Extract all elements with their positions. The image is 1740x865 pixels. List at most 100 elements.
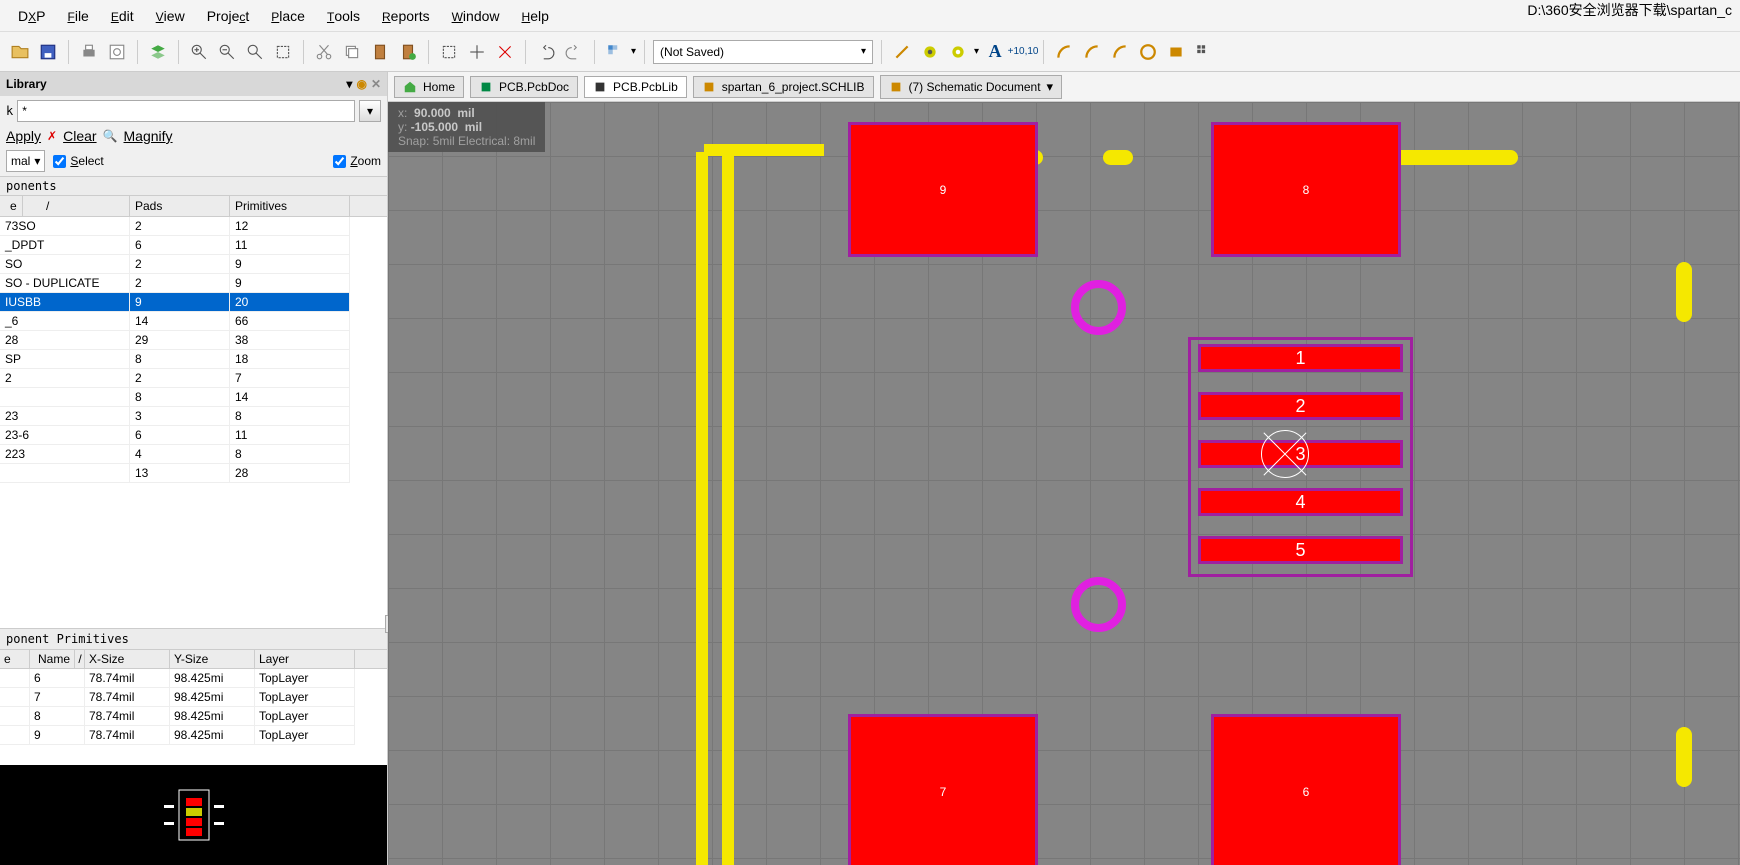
tab-schematic[interactable]: (7) Schematic Document ▾	[880, 75, 1063, 99]
list-item[interactable]: SO29	[0, 255, 387, 274]
panel-pin-icon[interactable]: ◉	[356, 77, 366, 91]
cut-icon[interactable]	[312, 40, 336, 64]
fill-icon[interactable]	[1164, 40, 1188, 64]
paste-special-icon[interactable]	[396, 40, 420, 64]
list-item[interactable]: _61466	[0, 312, 387, 331]
menu-edit[interactable]: Edit	[101, 4, 144, 28]
track	[1676, 727, 1692, 787]
tab-pcbdoc[interactable]: PCB.PcbDoc	[470, 76, 578, 98]
zoom-in-icon[interactable]	[187, 40, 211, 64]
preview-icon[interactable]	[105, 40, 129, 64]
pcol-type[interactable]: e	[0, 650, 30, 668]
list-item[interactable]: 878.74mil98.425miTopLayer	[0, 707, 387, 726]
menu-view[interactable]: View	[146, 4, 195, 28]
list-item[interactable]: 678.74mil98.425miTopLayer	[0, 669, 387, 688]
list-item[interactable]: 778.74mil98.425miTopLayer	[0, 688, 387, 707]
pad-7[interactable]: 7	[848, 714, 1038, 865]
pad-8[interactable]: 8	[1211, 122, 1401, 257]
move-icon[interactable]	[465, 40, 489, 64]
circle-icon[interactable]	[1136, 40, 1160, 64]
copy-icon[interactable]	[340, 40, 364, 64]
arc1-icon[interactable]	[1052, 40, 1076, 64]
primitives-list[interactable]: 678.74mil98.425miTopLayer778.74mil98.425…	[0, 669, 387, 765]
pad-2[interactable]: 2	[1198, 392, 1403, 420]
coord-icon[interactable]: +10,10	[1011, 40, 1035, 64]
panel-close-icon[interactable]: ✕	[371, 77, 381, 91]
pad-4[interactable]: 4	[1198, 488, 1403, 516]
zoom-area-icon[interactable]	[271, 40, 295, 64]
list-item[interactable]: _DPDT611	[0, 236, 387, 255]
string-icon[interactable]: A	[983, 40, 1007, 64]
normal-combo[interactable]: mal▾	[6, 150, 45, 172]
tab-schlib[interactable]: spartan_6_project.SCHLIB	[693, 76, 874, 98]
open-icon[interactable]	[8, 40, 32, 64]
mask-input[interactable]	[17, 100, 355, 122]
list-item[interactable]: IUSBB920	[0, 293, 387, 312]
list-item[interactable]: 73SO212	[0, 217, 387, 236]
apply-button[interactable]: Apply	[6, 128, 41, 144]
line-icon[interactable]	[890, 40, 914, 64]
pad-1[interactable]: 1	[1198, 344, 1403, 372]
menu-window[interactable]: Window	[442, 4, 510, 28]
menu-reports[interactable]: Reports	[372, 4, 440, 28]
layers-icon[interactable]	[146, 40, 170, 64]
list-item[interactable]: SP818	[0, 350, 387, 369]
pcol-layer[interactable]: Layer	[255, 650, 355, 668]
components-list[interactable]: 73SO212_DPDT611SO29SO - DUPLICATE29IUSBB…	[0, 217, 387, 628]
col-name[interactable]: e /	[0, 196, 130, 216]
save-icon[interactable]	[36, 40, 60, 64]
zoom-out-icon[interactable]	[215, 40, 239, 64]
list-item[interactable]: 2338	[0, 407, 387, 426]
filter-dropdown[interactable]: (Not Saved)▾	[653, 40, 873, 64]
menu-tools[interactable]: Tools	[317, 4, 370, 28]
select-checkbox[interactable]: Select	[53, 154, 103, 168]
menu-dxp[interactable]: DXP	[8, 4, 55, 28]
list-item[interactable]: 1328	[0, 464, 387, 483]
pad-6[interactable]: 6	[1211, 714, 1401, 865]
paste-icon[interactable]	[368, 40, 392, 64]
zoom-fit-icon[interactable]	[243, 40, 267, 64]
list-item[interactable]: 22348	[0, 445, 387, 464]
grid-icon[interactable]	[603, 40, 627, 64]
array-icon[interactable]	[1192, 40, 1216, 64]
select-rect-icon[interactable]	[437, 40, 461, 64]
pad-5[interactable]: 5	[1198, 536, 1403, 564]
filter-value: (Not Saved)	[660, 45, 724, 59]
col-primitives[interactable]: Primitives	[230, 196, 350, 216]
pcol-xsize[interactable]: X-Size	[85, 650, 170, 668]
undo-icon[interactable]	[534, 40, 558, 64]
origin-marker	[1255, 424, 1315, 484]
canvas[interactable]: x: 90.000 mil y: -105.000 mil Snap: 5mil…	[388, 102, 1740, 865]
col-pads[interactable]: Pads	[130, 196, 230, 216]
zoom-checkbox[interactable]: Zoom	[333, 154, 381, 168]
list-item[interactable]: 282938	[0, 331, 387, 350]
pad-9[interactable]: 9	[848, 122, 1038, 257]
hud: x: 90.000 mil y: -105.000 mil Snap: 5mil…	[388, 102, 545, 152]
track	[722, 152, 734, 865]
tab-home[interactable]: Home	[394, 76, 464, 98]
menu-file[interactable]: File	[57, 4, 98, 28]
via-icon[interactable]	[946, 40, 970, 64]
panel-dropdown-icon[interactable]: ▾	[346, 77, 352, 91]
deselect-icon[interactable]	[493, 40, 517, 64]
list-item[interactable]: 814	[0, 388, 387, 407]
mask-dropdown[interactable]: ▾	[359, 100, 381, 122]
primitives-label: ponent Primitives	[0, 628, 387, 650]
pad-icon[interactable]	[918, 40, 942, 64]
arc2-icon[interactable]	[1080, 40, 1104, 64]
print-icon[interactable]	[77, 40, 101, 64]
menu-place[interactable]: Place	[261, 4, 315, 28]
pcol-name[interactable]: Name /	[30, 650, 85, 668]
redo-icon[interactable]	[562, 40, 586, 64]
list-item[interactable]: 227	[0, 369, 387, 388]
list-item[interactable]: SO - DUPLICATE29	[0, 274, 387, 293]
tab-pcblib[interactable]: PCB.PcbLib	[584, 76, 687, 98]
magnify-button[interactable]: Magnify	[124, 128, 173, 144]
menu-project[interactable]: Project	[197, 4, 260, 28]
arc3-icon[interactable]	[1108, 40, 1132, 64]
pcol-ysize[interactable]: Y-Size	[170, 650, 255, 668]
list-item[interactable]: 23-6611	[0, 426, 387, 445]
list-item[interactable]: 978.74mil98.425miTopLayer	[0, 726, 387, 745]
menu-help[interactable]: Help	[512, 4, 559, 28]
clear-button[interactable]: Clear	[63, 128, 96, 144]
